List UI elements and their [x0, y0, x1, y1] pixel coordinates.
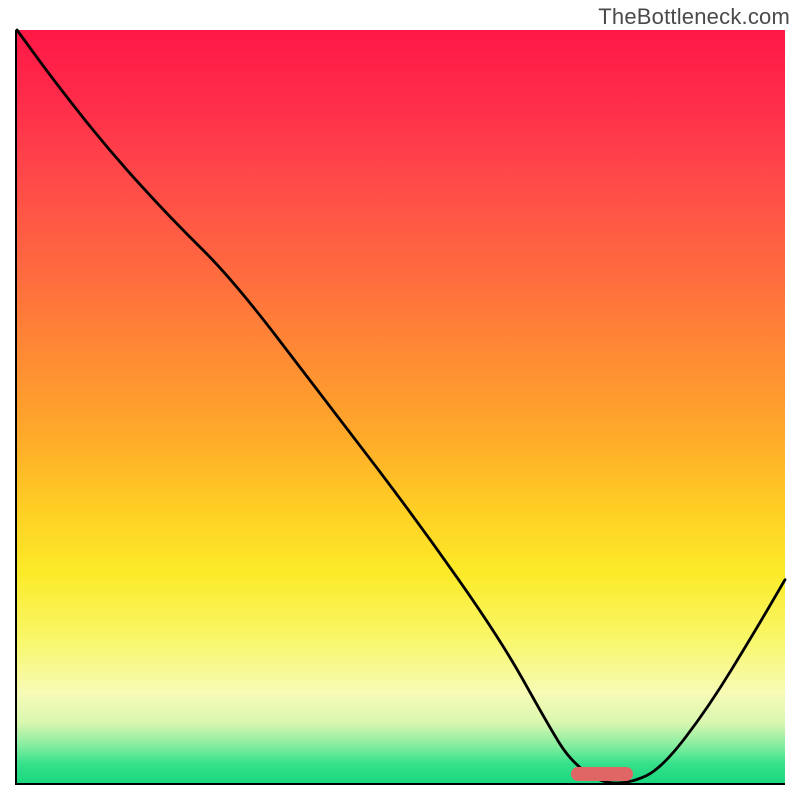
attribution-text: TheBottleneck.com: [598, 4, 790, 30]
curve-svg: [17, 30, 785, 783]
plot-area: [15, 30, 785, 785]
bottleneck-curve-path: [17, 30, 785, 783]
optimum-marker: [571, 767, 633, 781]
